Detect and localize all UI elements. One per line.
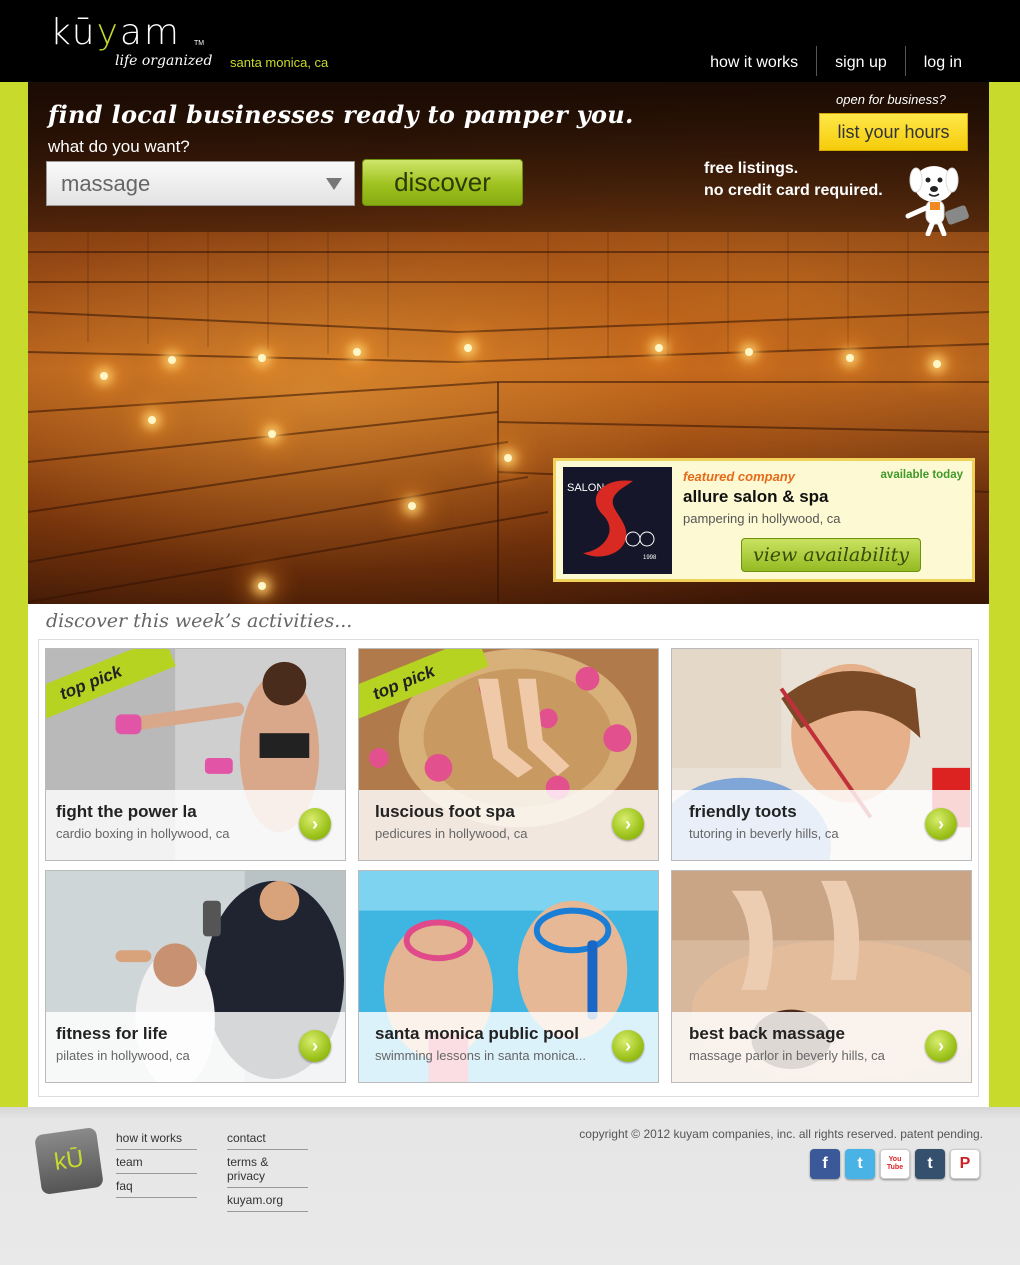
- activities-grid: top pick fight the power la cardio boxin…: [38, 639, 979, 1097]
- candle-light: [168, 356, 176, 364]
- logo-year-text: 1998: [643, 555, 657, 561]
- free-listings-line2: no credit card required.: [704, 182, 883, 199]
- service-select[interactable]: massage: [46, 161, 355, 206]
- chevron-right-icon[interactable]: ›: [925, 1030, 957, 1062]
- logo-part-a: kū: [50, 12, 97, 53]
- footer: kŪ how it works team faq contact terms &…: [0, 1107, 1020, 1265]
- activity-info: santa monica public pool swimming lesson…: [359, 1012, 658, 1082]
- list-your-hours-button[interactable]: list your hours: [819, 113, 968, 151]
- activity-card[interactable]: top pick fight the power la cardio boxin…: [45, 648, 346, 861]
- candle-light: [408, 502, 416, 510]
- candle-light: [655, 344, 663, 352]
- candle-light: [268, 430, 276, 438]
- activity-card[interactable]: best back massage massage parlor in beve…: [671, 870, 972, 1083]
- top-bar: kūyam TM life organized santa monica, ca…: [0, 0, 1020, 82]
- activity-title[interactable]: fitness for life: [56, 1024, 167, 1044]
- activity-info: luscious foot spa pedicures in hollywood…: [359, 790, 658, 860]
- copyright-text: copyright © 2012 kuyam companies, inc. a…: [579, 1127, 983, 1141]
- logo-part-b: am: [119, 12, 182, 53]
- activity-title[interactable]: fight the power la: [56, 802, 197, 822]
- view-availability-button[interactable]: view availability: [741, 538, 921, 572]
- candle-light: [933, 360, 941, 368]
- featured-company-card: SALON 1998 featured company available to…: [553, 458, 975, 582]
- chevron-right-icon[interactable]: ›: [925, 808, 957, 840]
- activity-subtitle: pedicures in hollywood, ca: [375, 826, 528, 841]
- activity-title[interactable]: best back massage: [689, 1024, 845, 1044]
- service-select-value: massage: [61, 170, 151, 196]
- candle-light: [100, 372, 108, 380]
- footer-link-how-it-works[interactable]: how it works: [116, 1129, 197, 1150]
- activity-info: friendly toots tutoring in beverly hills…: [672, 790, 971, 860]
- dropdown-arrow-icon: [326, 177, 342, 190]
- chevron-right-icon[interactable]: ›: [299, 1030, 331, 1062]
- activity-title[interactable]: friendly toots: [689, 802, 797, 822]
- footer-links-col1: how it works team faq: [116, 1129, 197, 1201]
- allure-salon-logo[interactable]: SALON 1998: [563, 467, 672, 574]
- open-for-business-text: open for business?: [836, 92, 946, 107]
- dog-mascot-icon: [905, 166, 969, 236]
- candle-light: [504, 454, 512, 462]
- activity-info: best back massage massage parlor in beve…: [672, 1012, 971, 1082]
- activities-section: discover this week’s activities... top p…: [28, 604, 989, 1107]
- activity-card[interactable]: friendly toots tutoring in beverly hills…: [671, 648, 972, 861]
- activity-title[interactable]: luscious foot spa: [375, 802, 515, 822]
- candle-light: [258, 582, 266, 590]
- activity-card[interactable]: fitness for life pilates in hollywood, c…: [45, 870, 346, 1083]
- free-listings-text: free listings. no credit card required.: [704, 158, 883, 202]
- nav-sign-up[interactable]: sign up: [816, 46, 905, 76]
- footer-link-contact[interactable]: contact: [227, 1129, 308, 1150]
- tumblr-icon[interactable]: t: [915, 1149, 945, 1179]
- social-links: f t You Tube t P: [810, 1149, 980, 1179]
- facebook-icon[interactable]: f: [810, 1149, 840, 1179]
- activity-subtitle: swimming lessons in santa monica...: [375, 1048, 586, 1063]
- hero-banner: find local businesses ready to pamper yo…: [28, 82, 989, 604]
- candle-light: [258, 354, 266, 362]
- footer-links-col2: contact terms & privacy kuyam.org: [227, 1129, 308, 1215]
- activity-subtitle: pilates in hollywood, ca: [56, 1048, 190, 1063]
- activity-title[interactable]: santa monica public pool: [375, 1024, 579, 1044]
- top-nav: how it works sign up log in: [692, 46, 980, 76]
- featured-company-description: pampering in hollywood, ca: [683, 511, 841, 526]
- footer-logo[interactable]: kŪ: [34, 1126, 104, 1196]
- featured-company-name[interactable]: allure salon & spa: [683, 487, 829, 507]
- kuyam-logo[interactable]: kūyam: [50, 12, 181, 53]
- activity-info: fitness for life pilates in hollywood, c…: [46, 1012, 345, 1082]
- current-location[interactable]: santa monica, ca: [230, 55, 328, 70]
- discover-button[interactable]: discover: [362, 159, 523, 206]
- featured-company-label: featured company: [683, 469, 795, 484]
- footer-link-terms-privacy[interactable]: terms & privacy: [227, 1153, 308, 1188]
- activity-subtitle: massage parlor in beverly hills, ca: [689, 1048, 885, 1063]
- activity-card[interactable]: top pick luscious foot spa pedicures in …: [358, 648, 659, 861]
- chevron-right-icon[interactable]: ›: [299, 808, 331, 840]
- candle-light: [464, 344, 472, 352]
- hero-headline: find local businesses ready to pamper yo…: [48, 100, 634, 129]
- footer-link-faq[interactable]: faq: [116, 1177, 197, 1198]
- candle-light: [148, 416, 156, 424]
- activities-title: discover this week’s activities...: [46, 610, 353, 632]
- candle-light: [745, 348, 753, 356]
- candle-light: [353, 348, 361, 356]
- logo-part-y: y: [96, 12, 120, 53]
- activity-card[interactable]: santa monica public pool swimming lesson…: [358, 870, 659, 1083]
- nav-log-in[interactable]: log in: [904, 46, 980, 76]
- availability-badge: available today: [880, 469, 963, 481]
- nav-how-it-works[interactable]: how it works: [692, 46, 816, 76]
- activity-subtitle: cardio boxing in hollywood, ca: [56, 826, 230, 841]
- activity-info: fight the power la cardio boxing in holl…: [46, 790, 345, 860]
- twitter-icon[interactable]: t: [845, 1149, 875, 1179]
- candle-light: [846, 354, 854, 362]
- free-listings-line1: free listings.: [704, 160, 799, 177]
- chevron-right-icon[interactable]: ›: [612, 1030, 644, 1062]
- youtube-icon[interactable]: You Tube: [880, 1149, 910, 1179]
- search-prompt: what do you want?: [48, 137, 190, 156]
- chevron-right-icon[interactable]: ›: [612, 808, 644, 840]
- pinterest-icon[interactable]: P: [950, 1149, 980, 1179]
- activity-subtitle: tutoring in beverly hills, ca: [689, 826, 839, 841]
- logo-tagline: life organized: [115, 53, 213, 69]
- footer-link-kuyam-org[interactable]: kuyam.org: [227, 1191, 308, 1212]
- logo-trademark: TM: [194, 40, 205, 47]
- footer-link-team[interactable]: team: [116, 1153, 197, 1174]
